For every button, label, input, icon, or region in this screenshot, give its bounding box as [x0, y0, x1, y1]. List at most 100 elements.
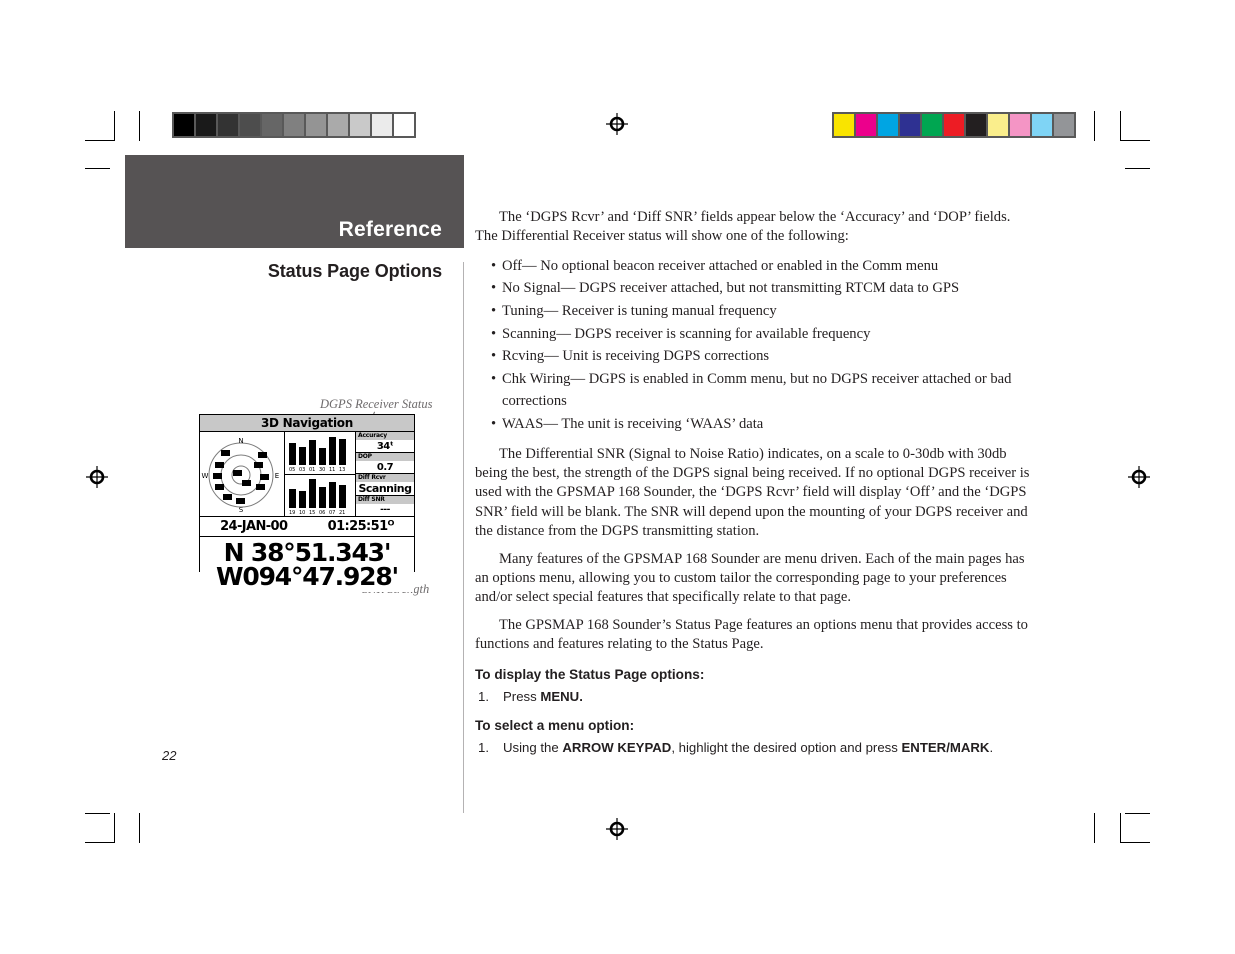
dgps-status-item: WAAS— The unit is receiving ‘WAAS’ data	[475, 413, 1030, 436]
key-menu: MENU.	[540, 688, 583, 704]
dgps-status-item: Chk Wiring— DGPS is enabled in Comm menu…	[475, 368, 1030, 413]
crop-mark-bl2-h	[85, 842, 115, 843]
gps-date: 24-JAN-00	[220, 519, 288, 534]
paragraph-snr: The Differential SNR (Signal to Noise Ra…	[475, 445, 1030, 540]
section-header-title: Reference	[338, 218, 442, 241]
paragraph-status-options: The GPSMAP 168 Sounder’s Status Page fea…	[475, 616, 1028, 653]
color-swatch-1	[856, 114, 876, 136]
crop-mark-br-v	[1120, 813, 1121, 843]
color-swatch-2	[878, 114, 898, 136]
svg-text:05: 05	[289, 467, 295, 473]
gray-swatch-3	[240, 114, 260, 136]
procedure-steps-display-options: Press MENU.	[475, 687, 1030, 706]
field-diff-snr-label: Diff SNR	[356, 496, 414, 504]
document-page: Reference Status Page Options 22 DGPS Re…	[0, 0, 1235, 954]
svg-text:06: 06	[319, 510, 325, 516]
key-arrow-keypad: ARROW KEYPAD	[562, 739, 672, 755]
figure-caption-dgps-receiver-status: DGPS Receiver Status	[320, 397, 433, 411]
gray-swatch-7	[328, 114, 348, 136]
registration-target-icon-left	[86, 466, 108, 488]
field-dop-value: 0.7	[376, 461, 394, 473]
crop-mark-tr-v	[1120, 111, 1121, 141]
field-diff-rcvr-value: Scanning	[358, 482, 412, 495]
body-column: The ‘DGPS Rcvr’ and ‘Diff SNR’ fields ap…	[475, 208, 1030, 761]
satellite-sky-view: N S E W	[200, 432, 285, 516]
color-swatch-7	[988, 114, 1008, 136]
gray-swatch-10	[394, 114, 414, 136]
svg-text:21: 21	[339, 510, 345, 516]
svg-text:01: 01	[309, 467, 315, 473]
procedure-steps-select-option: Using the ARROW KEYPAD, highlight the de…	[475, 738, 1030, 757]
dgps-status-list: Off— No optional beacon receiver attache…	[475, 255, 1030, 436]
gps-latitude: N 38°51.343'	[223, 537, 392, 567]
crop-mark-tr-h	[1120, 140, 1150, 141]
field-dop: DOP 0.7	[356, 453, 414, 474]
grayscale-calibration-strip	[172, 112, 416, 138]
svg-text:13: 13	[339, 467, 345, 473]
gps-screen-title: 3D Navigation	[200, 415, 414, 432]
crop-mark-tl-bleed	[139, 111, 140, 141]
color-swatch-5	[944, 114, 964, 136]
gray-swatch-5	[284, 114, 304, 136]
signal-bars-bottom: 19 10 15 06 07 21	[285, 474, 355, 516]
key-enter-mark: ENTER/MARK	[901, 739, 990, 755]
svg-text:15: 15	[309, 510, 315, 516]
page-number: 22	[162, 748, 177, 763]
color-swatch-8	[1010, 114, 1030, 136]
step-text-prefix: Press	[503, 688, 541, 704]
gps-datetime-row: 24-JAN-00 01:25:51ᴼ	[200, 517, 414, 537]
section-header-band: Reference	[125, 155, 464, 248]
step-press-menu: Press MENU.	[475, 687, 1030, 706]
procedure-heading-select-option: To select a menu option:	[475, 717, 635, 733]
gps-longitude: W094°47.928'	[216, 561, 399, 591]
field-diff-rcvr: Diff Rcvr Scanning	[356, 474, 414, 496]
field-accuracy-label: Accuracy	[356, 432, 414, 440]
crop-mark-br2-h	[1120, 842, 1150, 843]
registration-target-icon-top	[606, 113, 628, 135]
color-swatch-0	[834, 114, 854, 136]
svg-text:E: E	[275, 472, 279, 480]
dgps-status-item: Scanning— DGPS receiver is scanning for …	[475, 323, 1030, 346]
field-accuracy: Accuracy 34ᵗ	[356, 432, 414, 453]
color-calibration-strip	[832, 112, 1076, 138]
gray-swatch-1	[196, 114, 216, 136]
field-dop-label: DOP	[356, 453, 414, 461]
gray-swatch-6	[306, 114, 326, 136]
crop-mark-br-h	[1125, 813, 1150, 814]
svg-text:19: 19	[289, 510, 295, 516]
signal-bars-bottom-graphic: 19 10 15 06 07 21	[289, 478, 346, 516]
gps-screen-middle: N S E W 05 03 01 30 11 13 19 10 15 06 07…	[200, 432, 414, 517]
crop-mark-tl-v	[114, 111, 115, 141]
dgps-status-item: Tuning— Receiver is tuning manual freque…	[475, 300, 1030, 323]
crop-mark-tl-h	[85, 140, 115, 141]
gray-swatch-4	[262, 114, 282, 136]
step-text-prefix-2: Using the	[503, 739, 563, 755]
svg-text:S: S	[239, 506, 244, 514]
dgps-status-item: No Signal— DGPS receiver attached, but n…	[475, 277, 1030, 300]
gps-time: 01:25:51ᴼ	[327, 519, 395, 534]
dgps-status-item: Off— No optional beacon receiver attache…	[475, 255, 1030, 278]
paragraph-intro: The ‘DGPS Rcvr’ and ‘Diff SNR’ fields ap…	[475, 209, 1011, 245]
color-swatch-4	[922, 114, 942, 136]
sky-view-graphic: N S E W	[202, 437, 280, 514]
gps-status-page-screen: 3D Navigation N S E W 05 03 01 30 11 13 …	[199, 414, 415, 592]
step-text-middle: , highlight the desired option and press	[671, 739, 902, 755]
color-swatch-6	[966, 114, 986, 136]
gps-data-fields: Accuracy 34ᵗ DOP 0.7 Diff Rcvr Scanning …	[356, 432, 414, 516]
color-swatch-9	[1032, 114, 1052, 136]
svg-text:10: 10	[299, 510, 305, 516]
crop-mark-bl-v	[114, 813, 115, 843]
field-diff-rcvr-label: Diff Rcvr	[356, 474, 414, 482]
svg-text:11: 11	[329, 467, 335, 473]
svg-text:30: 30	[319, 467, 325, 473]
signal-bars-top: 05 03 01 30 11 13	[285, 432, 355, 475]
paragraph-menu-features: Many features of the GPSMAP 168 Sounder …	[475, 550, 1025, 606]
signal-strength-bars: 05 03 01 30 11 13 19 10 15 06 07 21	[285, 432, 356, 516]
crop-mark-tl2-h	[85, 168, 110, 169]
step-text-suffix: .	[989, 739, 994, 755]
color-swatch-3	[900, 114, 920, 136]
color-swatch-10	[1054, 114, 1074, 136]
crop-mark-tr-bleed	[1094, 111, 1095, 141]
gray-swatch-8	[350, 114, 370, 136]
crop-mark-bl-bleed	[139, 813, 140, 843]
